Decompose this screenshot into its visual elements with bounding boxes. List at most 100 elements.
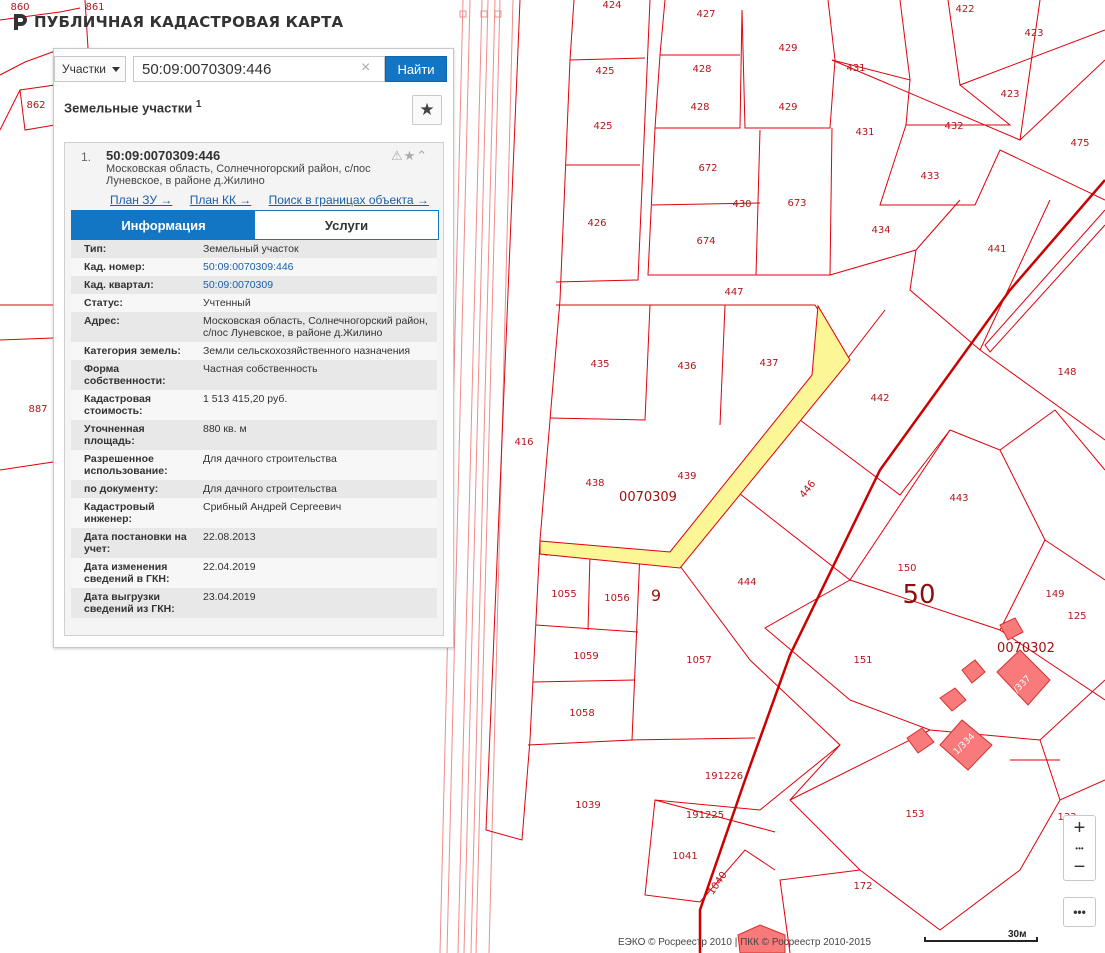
info-row: Категория земель: Земли сельскохозяйствен…	[71, 342, 437, 360]
parcel-label: 423	[1000, 89, 1019, 100]
parcel-label: 191226	[705, 771, 743, 782]
zoom-levels-icon[interactable]: •••	[1064, 841, 1095, 855]
parcel-label: 434	[871, 225, 890, 236]
favorites-star-icon[interactable]: ★	[412, 95, 442, 125]
parcel-label: 172	[853, 881, 872, 892]
parcel-label: 447	[724, 287, 743, 298]
parcel-label: 1057	[686, 655, 711, 666]
zoom-out-button[interactable]: −	[1064, 855, 1095, 880]
parcel-label: 435	[590, 359, 609, 370]
info-value: 50:09:0070309:446	[199, 258, 437, 276]
info-key: Форма собственности:	[84, 363, 166, 387]
tab-information[interactable]: Информация	[72, 211, 255, 239]
results-title-text: Земельные участки	[64, 100, 193, 116]
parcel-label: 431	[846, 63, 865, 74]
selected-parcel[interactable]	[539, 304, 851, 569]
parcel-label: 150	[897, 563, 916, 574]
zoom-in-button[interactable]: +	[1064, 816, 1095, 841]
more-tools-button[interactable]: •••	[1063, 897, 1096, 927]
info-value: 22.04.2019	[203, 561, 256, 573]
parcel-label: 1058	[569, 708, 594, 719]
info-value: 50:09:0070309	[199, 276, 437, 294]
info-key: Кадастровый инженер:	[84, 501, 155, 525]
scale-bar: 30м	[924, 929, 1042, 944]
chevron-down-icon	[112, 66, 120, 72]
search-input[interactable]	[133, 56, 385, 82]
search-in-bounds-link[interactable]: Поиск в границах объекта →	[269, 193, 429, 207]
clear-icon[interactable]: ×	[361, 59, 370, 77]
parcel-label: 437	[759, 358, 778, 369]
info-value-link[interactable]: 50:09:0070309:446	[203, 261, 294, 273]
app-header: ПУБЛИЧНАЯ КАДАСТРОВАЯ КАРТА	[12, 13, 343, 31]
info-row: по документу: Для дачного строительства	[71, 480, 437, 498]
info-key: Дата изменения сведений в ГКН:	[84, 561, 170, 585]
info-key: Дата постановки на учет:	[84, 531, 187, 555]
rosreestr-logo-icon	[14, 14, 27, 30]
info-key: Категория земель:	[84, 345, 181, 357]
parcel-label: 426	[587, 218, 606, 229]
info-value-link[interactable]: 50:09:0070309	[203, 279, 273, 291]
info-row: Дата изменения сведений в ГКН: 22.04.2019	[71, 558, 437, 588]
result-tabs: Информация Услуги	[71, 210, 439, 240]
info-key: Тип:	[84, 243, 107, 255]
info-key: Кад. квартал:	[84, 279, 154, 291]
info-value: Земли сельскохозяйственного назначения	[203, 345, 411, 357]
parcel-label: 149	[1045, 589, 1064, 600]
info-key: Разрешенное использование:	[84, 453, 168, 477]
result-index: 1.	[81, 150, 92, 164]
info-table: Тип: Земельный участок Кад. номер: 50:09:00…	[71, 240, 437, 618]
zoom-control: + ••• −	[1063, 815, 1096, 881]
parcel-label: 887	[28, 404, 47, 415]
parcel-label: 191225	[686, 810, 724, 821]
results-count: 1	[195, 99, 202, 110]
parcel-label: 441	[987, 244, 1006, 255]
info-row: Кадастровая стоимость: 1 513 415,20 руб.	[71, 390, 437, 420]
parcel-label: 860	[10, 2, 29, 13]
parcel-label: 430	[732, 199, 751, 210]
parcel-label: 672	[698, 163, 717, 174]
tab-services[interactable]: Услуги	[255, 211, 438, 239]
parcel-label: 673	[787, 198, 806, 209]
info-row: Дата выгрузки сведений из ГКН: 23.04.2019	[71, 588, 437, 618]
info-row: Дата постановки на учет: 22.08.2013	[71, 528, 437, 558]
parcel-label: 422	[955, 4, 974, 15]
plan-kk-link[interactable]: План КК →	[190, 193, 252, 207]
info-value: Для дачного строительства	[203, 453, 337, 465]
result-actions-icons[interactable]: ⚠★⌃	[391, 148, 428, 164]
parcel-label: 674	[696, 236, 715, 247]
info-value: Московская область, Солнечногорский райо…	[203, 315, 428, 339]
info-value: 1 513 415,20 руб.	[203, 393, 288, 405]
info-row: Адрес: Московская область, Солнечногорски…	[71, 312, 437, 342]
info-value: Срибный Андрей Сергеевич	[203, 501, 342, 513]
parcel-label: 443	[949, 493, 968, 504]
info-value: 22.08.2013	[203, 531, 256, 543]
parcel-label: 429	[778, 102, 797, 113]
result-address: Московская область, Солнечногорский райо…	[106, 163, 371, 187]
info-key: Кад. номер:	[84, 261, 146, 273]
result-links: План ЗУ → План КК → Поиск в границах объ…	[110, 193, 443, 207]
parcel-label: 148	[1057, 367, 1076, 378]
parcel-label: 153	[905, 809, 924, 820]
search-type-label: Участки	[62, 62, 106, 76]
search-type-dropdown[interactable]: Участки	[54, 56, 126, 82]
parcel-label: 424	[602, 0, 621, 11]
parcel-label: 427	[696, 9, 715, 20]
scale-label: 30м	[1008, 929, 1027, 940]
info-value: 23.04.2019	[203, 591, 256, 603]
parcel-label: 428	[690, 102, 709, 113]
plan-zu-link[interactable]: План ЗУ →	[110, 193, 172, 207]
parcel-label: 438	[585, 478, 604, 489]
info-row: Разрешенное использование: Для дачного ст…	[71, 450, 437, 480]
parcel-label: 442	[870, 393, 889, 404]
parcel-label: 1039	[575, 800, 600, 811]
quarter-label: 0070302	[997, 641, 1055, 656]
parcel-label: 446	[798, 479, 818, 501]
result-cadastral-number[interactable]: 50:09:0070309:446	[106, 148, 220, 163]
parcel-label: 861	[85, 2, 104, 13]
find-button[interactable]: Найти	[385, 56, 447, 82]
parcel-label: 1055	[551, 589, 576, 600]
info-value: Частная собственность	[203, 363, 318, 375]
search-bar: Участки × Найти	[54, 49, 453, 89]
parcel-label: 431	[855, 127, 874, 138]
parcel-label: 151	[853, 655, 872, 666]
